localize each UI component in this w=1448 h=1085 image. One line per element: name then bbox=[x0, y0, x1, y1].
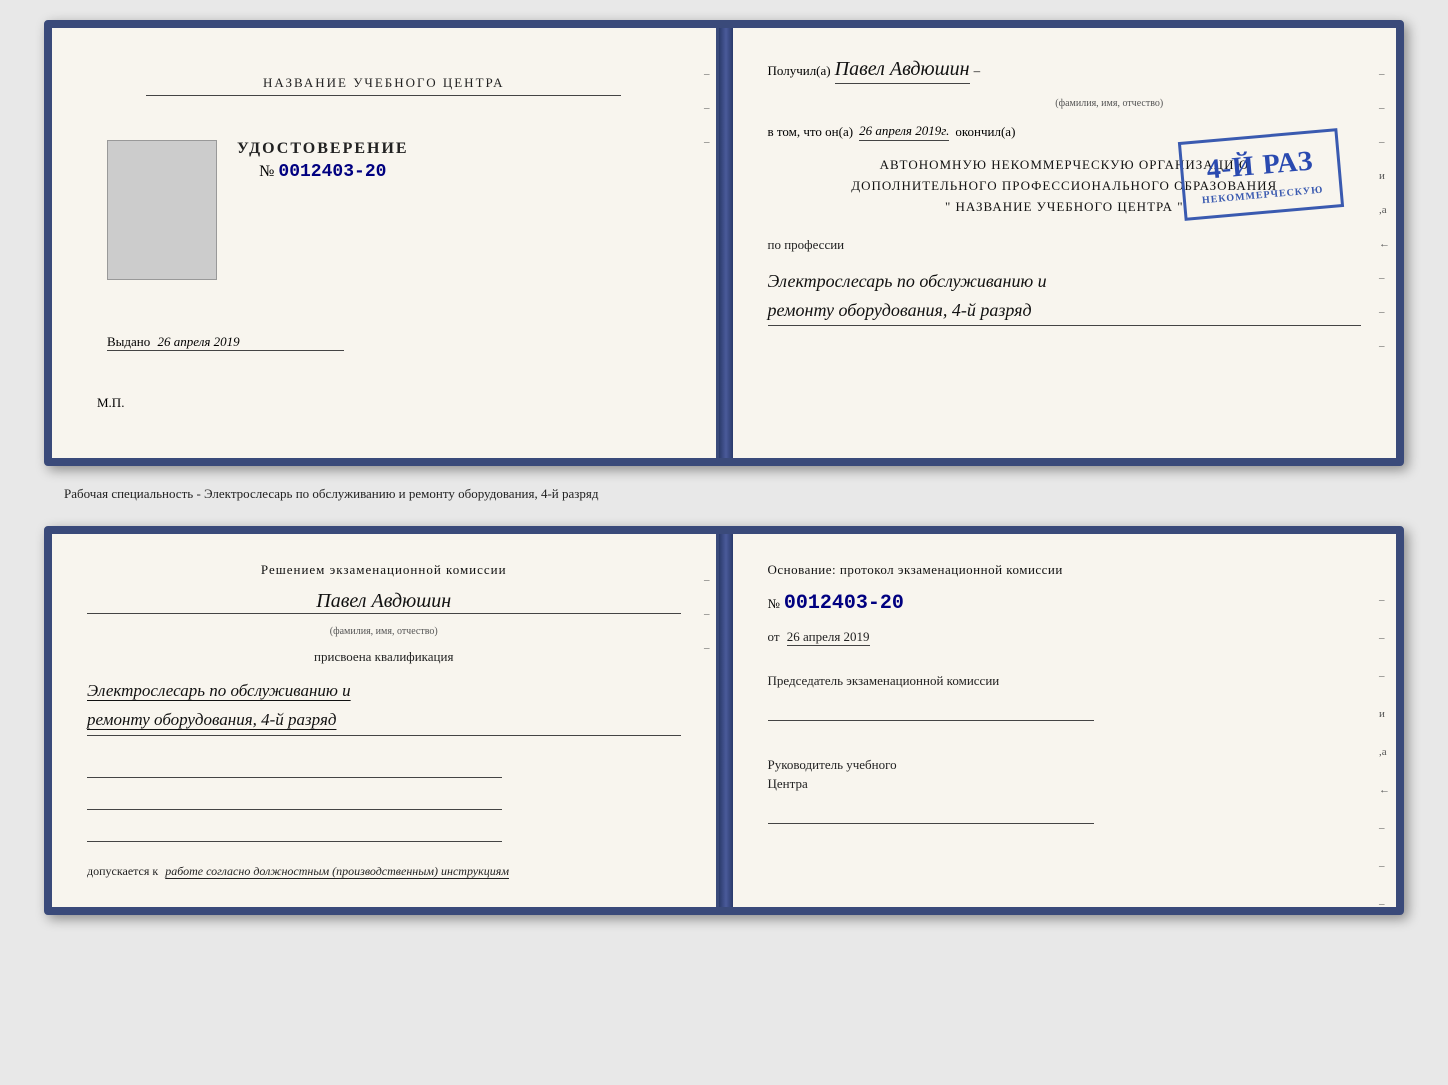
profession-text: Электрослесарь по обслуживанию и ремонту… bbox=[768, 267, 1362, 326]
sig-line-2 bbox=[87, 788, 502, 810]
cert-number-prefix: № bbox=[259, 163, 274, 180]
qualification-line2: ремонту оборудования, 4-й разряд bbox=[87, 706, 681, 735]
protocol-date-line: от 26 апреля 2019 bbox=[768, 629, 1362, 645]
book-spine bbox=[719, 28, 733, 458]
allowed-prefix: допускается к bbox=[87, 864, 158, 878]
profession-line1: Электрослесарь по обслуживанию и bbox=[768, 267, 1362, 296]
date-prefix: от bbox=[768, 629, 780, 644]
commission-title: Решением экзаменационной комиссии bbox=[87, 562, 681, 578]
chairman-block: Председатель экзаменационной комиссии bbox=[768, 671, 1362, 721]
qualification-line1: Электрослесарь по обслуживанию и bbox=[87, 677, 681, 706]
top-book: НАЗВАНИЕ УЧЕБНОГО ЦЕНТРА УДОСТОВЕРЕНИЕ №… bbox=[44, 20, 1404, 466]
top-book-right-page: Получил(а) Павел Авдюшин – (фамилия, имя… bbox=[733, 28, 1397, 458]
qualification-text: Электрослесарь по обслуживанию и ремонту… bbox=[87, 677, 681, 736]
protocol-number: 0012403-20 bbox=[784, 592, 904, 615]
received-label: Получил(а) bbox=[768, 63, 831, 79]
issued-block: Выдано 26 апреля 2019 bbox=[87, 334, 681, 351]
issued-line: Выдано 26 апреля 2019 bbox=[107, 334, 681, 350]
head-sig-line bbox=[768, 802, 1094, 824]
bottom-left-side-marks: – – – bbox=[704, 574, 710, 654]
issued-date: 26 апреля 2019 bbox=[158, 334, 240, 349]
completed-label: окончил(а) bbox=[955, 124, 1015, 140]
profession-line2: ремонту оборудования, 4-й разряд bbox=[768, 296, 1362, 325]
separator-label: Рабочая специальность - Электрослесарь п… bbox=[44, 486, 1404, 506]
stamp-sub: НЕКОММЕРЧЕСКУЮ bbox=[1202, 185, 1324, 207]
left-side-marks: – – – bbox=[704, 68, 710, 148]
completed-prefix: в том, что он(а) bbox=[768, 124, 854, 140]
head-title-line2: Центра bbox=[768, 776, 808, 791]
certificate-label: УДОСТОВЕРЕНИЕ bbox=[237, 140, 409, 158]
name-subtext: (фамилия, имя, отчество) bbox=[858, 98, 1362, 109]
head-title: Руководитель учебного Центра bbox=[768, 755, 1362, 794]
stamp-number: 4-й раз bbox=[1198, 141, 1323, 191]
certificate-block: УДОСТОВЕРЕНИЕ № 0012403-20 bbox=[237, 140, 409, 182]
bottom-right-page: Основание: протокол экзаменационной коми… bbox=[733, 534, 1397, 907]
head-title-line1: Руководитель учебного bbox=[768, 757, 897, 772]
chairman-title: Председатель экзаменационной комиссии bbox=[768, 671, 1362, 691]
recipient-line: Получил(а) Павел Авдюшин – bbox=[768, 58, 1362, 84]
top-book-left-page: НАЗВАНИЕ УЧЕБНОГО ЦЕНТРА УДОСТОВЕРЕНИЕ №… bbox=[52, 28, 719, 458]
allowed-label: допускается к работе согласно должностны… bbox=[87, 864, 681, 879]
sig-line-3 bbox=[87, 820, 502, 842]
qualification-label: присвоена квалификация bbox=[87, 649, 681, 665]
bottom-right-side-marks: – – – и ,а ← – – – bbox=[1379, 594, 1390, 910]
photo-placeholder bbox=[107, 140, 217, 280]
signature-lines bbox=[87, 756, 681, 842]
profession-label: по профессии bbox=[768, 237, 1362, 253]
stamp-line bbox=[107, 350, 344, 351]
person-name: Павел Авдюшин bbox=[87, 590, 681, 614]
right-side-marks: – – – и ,а ← – – – bbox=[1379, 68, 1390, 352]
bottom-book-spine bbox=[719, 534, 733, 907]
stamp-overlay: 4-й раз НЕКОММЕРЧЕСКУЮ bbox=[1178, 128, 1344, 221]
certificate-number: 0012403-20 bbox=[278, 162, 386, 182]
organization-block: АВТОНОМНУЮ НЕКОММЕРЧЕСКУЮ ОРГАНИЗАЦИЮ ДО… bbox=[768, 155, 1362, 217]
bottom-left-page: Решением экзаменационной комиссии Павел … bbox=[52, 534, 719, 907]
recipient-name: Павел Авдюшин bbox=[835, 58, 970, 84]
training-center-title: НАЗВАНИЕ УЧЕБНОГО ЦЕНТРА bbox=[146, 75, 621, 96]
protocol-date: 26 апреля 2019 bbox=[787, 629, 870, 646]
issued-label: Выдано bbox=[107, 334, 150, 349]
protocol-prefix: № bbox=[768, 596, 780, 612]
allowed-text: работе согласно должностным (производств… bbox=[165, 864, 509, 878]
person-name-subtext: (фамилия, имя, отчество) bbox=[87, 626, 681, 637]
mp-label: М.П. bbox=[97, 395, 691, 411]
completed-date: 26 апреля 2019г. bbox=[859, 123, 949, 141]
sig-line-1 bbox=[87, 756, 502, 778]
chairman-sig-line bbox=[768, 699, 1094, 721]
certificate-number-line: № 0012403-20 bbox=[237, 162, 409, 182]
head-block: Руководитель учебного Центра bbox=[768, 755, 1362, 824]
basis-text: Основание: протокол экзаменационной коми… bbox=[768, 562, 1362, 578]
protocol-line: № 0012403-20 bbox=[768, 592, 1362, 615]
bottom-book: Решением экзаменационной комиссии Павел … bbox=[44, 526, 1404, 915]
